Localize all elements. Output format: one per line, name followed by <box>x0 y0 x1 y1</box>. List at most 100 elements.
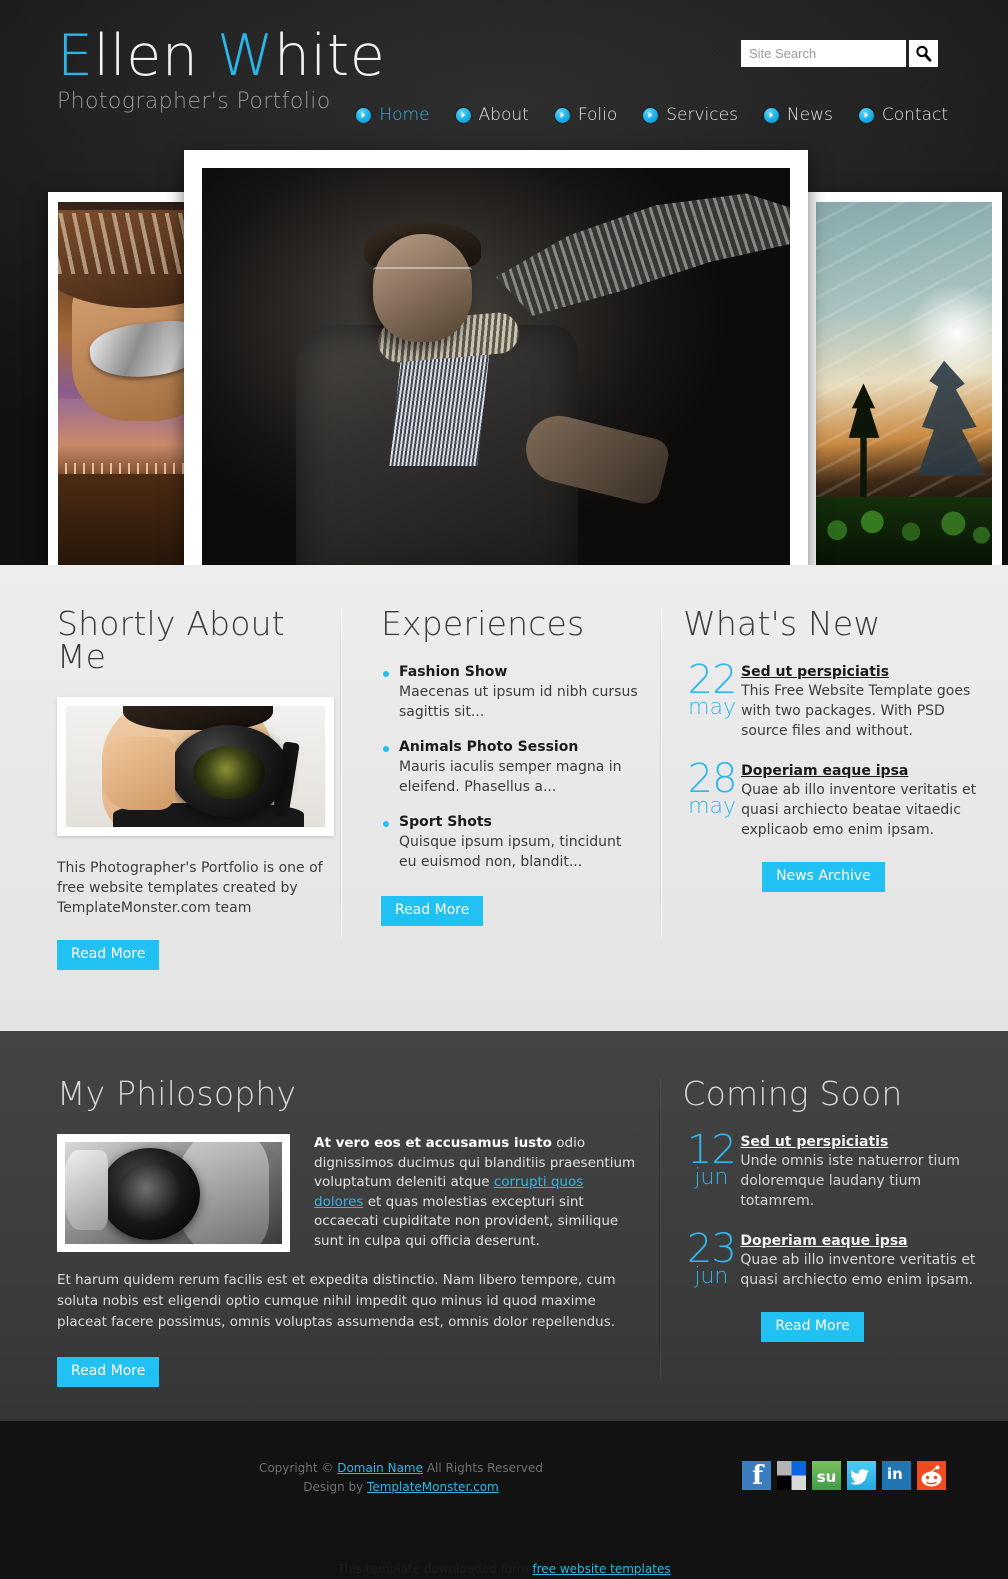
nav-label: Home <box>379 105 430 125</box>
template-credit: This template downloaded form free websi… <box>0 1562 1008 1579</box>
slider-slide-active[interactable] <box>184 150 808 565</box>
copyright-line: Copyright © Domain Name All Rights Reser… <box>60 1459 742 1478</box>
delicious-glyph <box>777 1461 806 1490</box>
news-desc: Quae ab illo inventore veritatis et quas… <box>740 1252 976 1288</box>
nav-item-news[interactable]: News <box>763 105 833 125</box>
bw-camera-closeup-photo <box>65 1142 282 1244</box>
reddit-icon[interactable] <box>917 1461 946 1490</box>
list-item: 23 jun Doperiam eaque ipsa Quae ab illo … <box>682 1226 984 1290</box>
nav-label: Services <box>666 105 738 125</box>
news-archive-button[interactable]: News Archive <box>762 862 885 892</box>
news-day: 23 <box>686 1226 737 1272</box>
templatemonster-link[interactable]: TemplateMonster.com <box>367 1480 499 1494</box>
coming-soon-column: Coming Soon 12 jun Sed ut perspiciatis U… <box>660 1077 1008 1387</box>
site-header: Ellen White Photographer's Portfolio Hom… <box>0 0 1008 565</box>
twitter-icon[interactable] <box>847 1461 876 1490</box>
news-desc: Unde omnis iste natuerror tium doloremqu… <box>740 1153 960 1209</box>
facebook-icon[interactable] <box>742 1461 771 1490</box>
experience-name: Animals Photo Session <box>399 739 579 755</box>
about-photo-card <box>57 697 334 836</box>
news-title-link[interactable]: Doperiam eaque ipsa <box>740 1233 984 1249</box>
stumbleupon-glyph: su <box>817 1468 837 1486</box>
list-item[interactable]: Fashion Show Maecenas ut ipsum id nibh c… <box>381 664 640 722</box>
about-text: This Photographer's Portfolio is one of … <box>57 860 323 916</box>
whats-new-column: What's New 22 may Sed ut perspiciatis Th… <box>661 607 1008 970</box>
nav-label: News <box>786 105 833 125</box>
news-desc: This Free Website Template goes with two… <box>741 683 971 739</box>
photographer-with-camera-photo <box>66 706 325 827</box>
list-item[interactable]: Sport Shots Quisque ipsum ipsum, tincidu… <box>381 814 640 872</box>
chevron-right-icon <box>643 107 659 123</box>
design-line: Design by TemplateMonster.com <box>60 1478 742 1497</box>
twitter-glyph <box>850 1469 869 1485</box>
template-credit-pre: This template downloaded form <box>337 1562 533 1576</box>
nav-label: Folio <box>577 105 618 125</box>
design-pre: Design by <box>303 1480 368 1494</box>
site-logo[interactable]: Ellen White Photographer's Portfolio <box>57 28 385 115</box>
news-title-link[interactable]: Sed ut perspiciatis <box>741 664 984 680</box>
experience-desc: Mauris iaculis semper magna in eleifend.… <box>399 759 622 795</box>
nav-item-contact[interactable]: Contact <box>858 105 948 125</box>
search-box <box>741 40 938 67</box>
search-input[interactable] <box>741 40 906 67</box>
logo-hite: hite <box>273 23 386 89</box>
slider-slide-right[interactable] <box>806 192 1002 565</box>
nav-label: About <box>478 105 529 125</box>
delicious-icon[interactable] <box>777 1461 806 1490</box>
coming-soon-read-more-button[interactable]: Read More <box>761 1312 864 1342</box>
nav-item-services[interactable]: Services <box>643 105 738 125</box>
philosophy-read-more-button[interactable]: Read More <box>57 1357 160 1387</box>
experience-name: Sport Shots <box>399 814 492 830</box>
philosophy-lead: At vero eos et accusamus iusto odio dign… <box>314 1134 635 1252</box>
news-day: 22 <box>687 657 738 703</box>
news-date: 12 jun <box>682 1130 740 1211</box>
copyright-block: Copyright © Domain Name All Rights Reser… <box>0 1459 742 1497</box>
male-model-portrait-photo <box>202 168 790 565</box>
news-date: 22 may <box>683 657 741 741</box>
about-read-more-button[interactable]: Read More <box>57 940 160 970</box>
logo-letter-e: E <box>57 23 94 89</box>
experiences-title: Experiences <box>381 604 585 643</box>
philosophy-paragraph: Et harum quidem rerum facilis est et exp… <box>57 1272 616 1330</box>
search-icon <box>916 45 932 62</box>
hero-slider[interactable] <box>0 150 1008 565</box>
list-item[interactable]: Animals Photo Session Mauris iaculis sem… <box>381 739 640 797</box>
list-item: 28 may Doperiam eaque ipsa Quae ab illo … <box>683 759 984 840</box>
news-title-link[interactable]: Sed ut perspiciatis <box>740 1134 984 1150</box>
svg-text:su: su <box>817 1468 837 1486</box>
news-date: 23 jun <box>682 1226 740 1290</box>
news-body: Sed ut perspiciatis Unde omnis iste natu… <box>740 1134 984 1211</box>
nav-item-folio[interactable]: Folio <box>554 105 618 125</box>
chevron-right-icon <box>763 107 779 123</box>
chevron-right-icon <box>554 107 570 123</box>
logo-tagline: Photographer's Portfolio <box>57 89 331 114</box>
news-month: may <box>688 694 737 720</box>
linkedin-icon[interactable] <box>882 1461 911 1490</box>
search-button[interactable] <box>909 40 938 67</box>
news-month: may <box>688 793 737 819</box>
chevron-right-icon <box>356 107 372 123</box>
list-item: 12 jun Sed ut perspiciatis Unde omnis is… <box>682 1130 984 1211</box>
experiences-column: Experiences Fashion Show Maecenas ut ips… <box>341 607 660 970</box>
chevron-right-icon <box>858 107 874 123</box>
page-root: Ellen White Photographer's Portfolio Hom… <box>0 0 1008 1579</box>
whats-new-title: What's New <box>683 604 881 643</box>
experiences-read-more-button[interactable]: Read More <box>381 896 484 926</box>
logo-letter-w: W <box>217 23 274 89</box>
free-website-templates-link[interactable]: free website templates <box>532 1562 670 1576</box>
news-title-link[interactable]: Doperiam eaque ipsa <box>741 763 984 779</box>
content-light-section: Shortly About Me This Photographer's Por… <box>0 565 1008 1031</box>
about-column: Shortly About Me This Photographer's Por… <box>0 607 340 970</box>
news-body: Doperiam eaque ipsa Quae ab illo invento… <box>741 763 984 840</box>
news-body: Doperiam eaque ipsa Quae ab illo invento… <box>740 1233 984 1290</box>
news-body: Sed ut perspiciatis This Free Website Te… <box>741 664 984 741</box>
chevron-right-icon <box>455 107 471 123</box>
philosophy-column: My Philosophy At vero eos et accusamus i… <box>0 1077 659 1387</box>
nav-item-about[interactable]: About <box>455 105 529 125</box>
nav-item-home[interactable]: Home <box>356 105 430 125</box>
about-title: Shortly About Me <box>57 604 285 676</box>
nav-label: Contact <box>881 105 948 125</box>
news-desc: Quae ab illo inventore veritatis et quas… <box>741 782 977 838</box>
stumbleupon-icon[interactable]: su <box>812 1461 841 1490</box>
domain-name-link[interactable]: Domain Name <box>337 1461 423 1475</box>
